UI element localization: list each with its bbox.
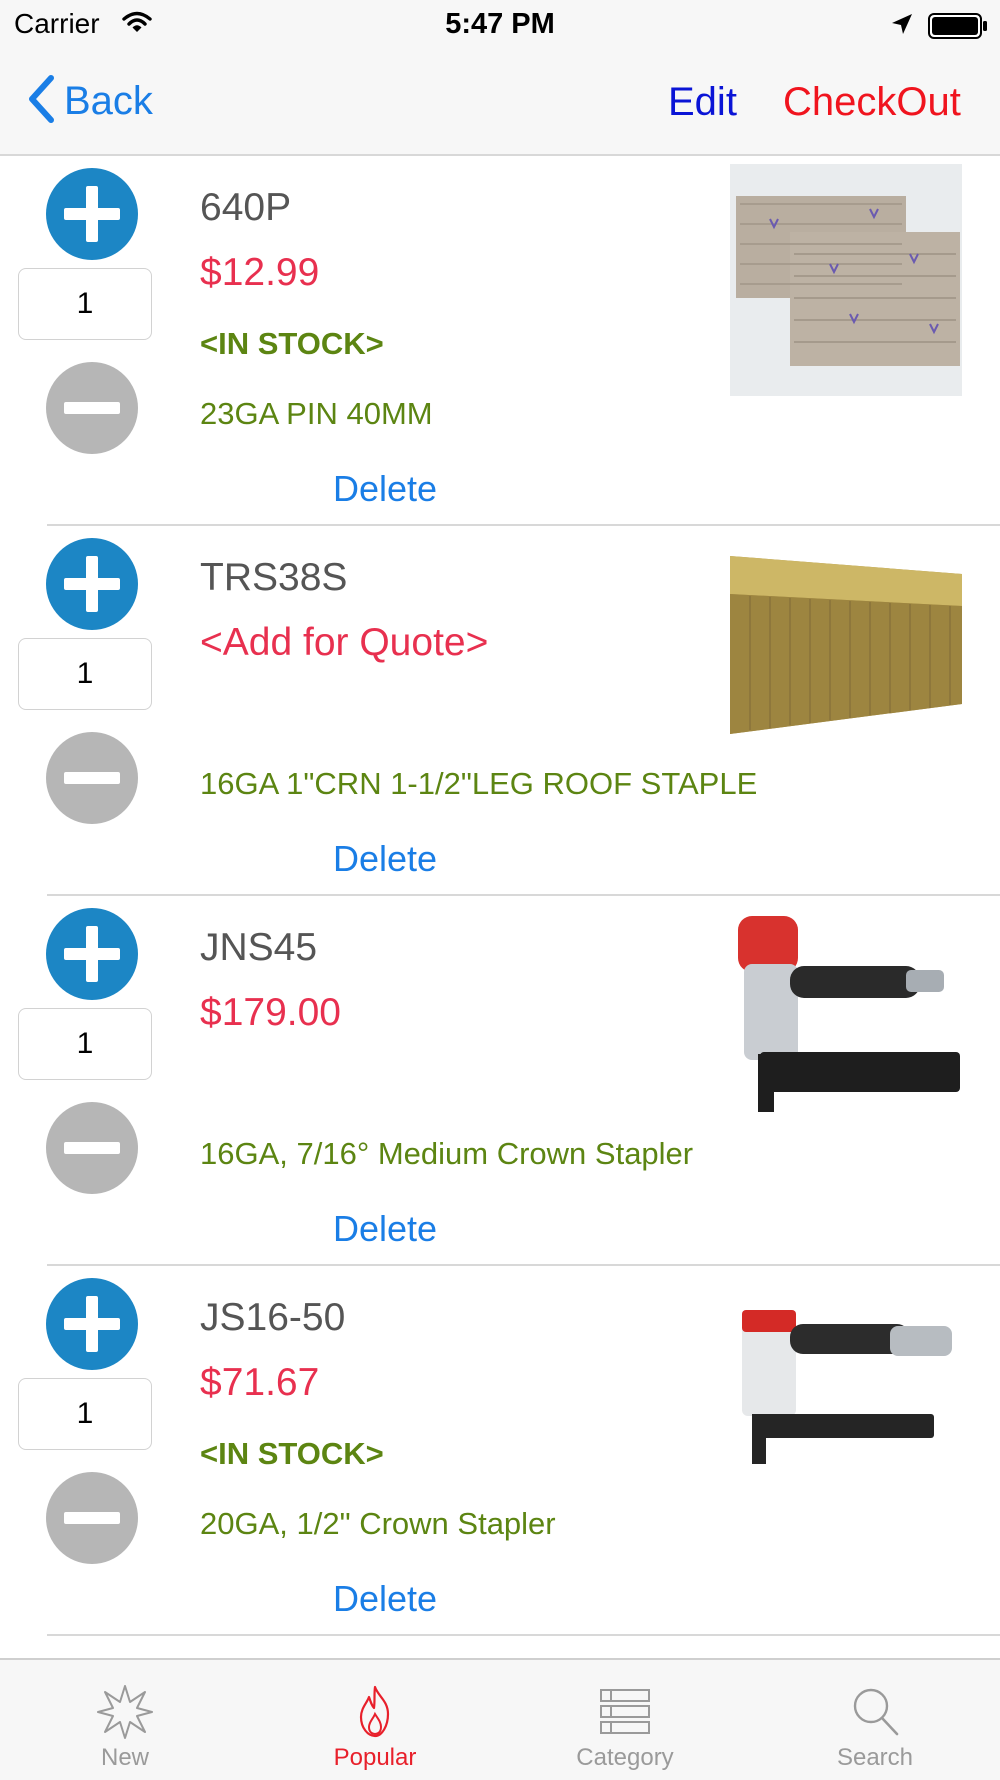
tab-bar: New Popular Category Search: [0, 1658, 1000, 1780]
search-icon: [847, 1684, 903, 1745]
tab-label: Popular: [333, 1744, 417, 1771]
quantity-field[interactable]: 1: [18, 638, 152, 710]
product-description: 16GA, 7/16° Medium Crown Stapler: [200, 1136, 694, 1171]
location-arrow-icon: [890, 12, 914, 41]
back-button[interactable]: Back: [28, 74, 153, 128]
tab-new[interactable]: New: [0, 1660, 250, 1780]
product-name: 640P: [200, 186, 292, 229]
back-label: Back: [64, 78, 153, 123]
product-price: $71.67: [200, 1361, 320, 1404]
product-image: [730, 534, 962, 754]
decrease-quantity-button[interactable]: [46, 732, 138, 824]
stock-status: <IN STOCK>: [200, 1436, 384, 1471]
tab-search[interactable]: Search: [750, 1660, 1000, 1780]
starburst-icon: [97, 1684, 153, 1745]
delete-button[interactable]: Delete: [333, 1208, 437, 1250]
product-price: <Add for Quote>: [200, 621, 489, 664]
cart-list: 1 640P $12.99 <IN STOCK> 23GA PIN 40MM D…: [0, 156, 1000, 1658]
tab-label: Category: [576, 1744, 674, 1771]
navigation-bar: Back Edit CheckOut: [0, 50, 1000, 156]
product-description: 20GA, 1/2" Crown Stapler: [200, 1506, 556, 1541]
product-image: [730, 904, 962, 1128]
product-name: JNS45: [200, 926, 318, 969]
product-price: $12.99: [200, 251, 320, 294]
product-description: 16GA 1"CRN 1-1/2"LEG ROOF STAPLE: [200, 766, 758, 801]
product-image: [730, 164, 962, 396]
tab-label: Search: [836, 1744, 914, 1771]
cart-item: 1 640P $12.99 <IN STOCK> 23GA PIN 40MM D…: [0, 156, 1000, 526]
product-name: JS16-50: [200, 1296, 346, 1339]
cart-item: 1 JS16-50 $71.67 <IN STOCK> 20GA, 1/2" C…: [0, 1266, 1000, 1636]
row-divider: [47, 1634, 1000, 1636]
cart-item: 1 JNS45 $179.00 16GA, 7/16° Medium Crown…: [0, 896, 1000, 1266]
delete-button[interactable]: Delete: [333, 468, 437, 510]
increase-quantity-button[interactable]: [46, 168, 138, 260]
chevron-left-icon: [28, 74, 54, 128]
increase-quantity-button[interactable]: [46, 538, 138, 630]
flame-icon: [347, 1684, 403, 1745]
battery-icon: [928, 13, 988, 44]
decrease-quantity-button[interactable]: [46, 1102, 138, 1194]
tab-label: New: [100, 1744, 149, 1771]
list-icon: [597, 1684, 653, 1745]
stock-status: <IN STOCK>: [200, 326, 384, 361]
tab-category[interactable]: Category: [500, 1660, 750, 1780]
quantity-field[interactable]: 1: [18, 1378, 152, 1450]
status-bar: Carrier 5:47 PM: [0, 0, 1000, 50]
quantity-field[interactable]: 1: [18, 268, 152, 340]
decrease-quantity-button[interactable]: [46, 1472, 138, 1564]
decrease-quantity-button[interactable]: [46, 362, 138, 454]
product-price: $179.00: [200, 991, 341, 1034]
checkout-button[interactable]: CheckOut: [783, 80, 961, 125]
tab-popular[interactable]: Popular: [250, 1660, 500, 1780]
increase-quantity-button[interactable]: [46, 1278, 138, 1370]
delete-button[interactable]: Delete: [333, 838, 437, 880]
edit-button[interactable]: Edit: [668, 80, 737, 125]
delete-button[interactable]: Delete: [333, 1578, 437, 1620]
quantity-field[interactable]: 1: [18, 1008, 152, 1080]
increase-quantity-button[interactable]: [46, 908, 138, 1000]
product-image: [730, 1280, 962, 1500]
product-description: 23GA PIN 40MM: [200, 396, 433, 431]
clock: 5:47 PM: [445, 8, 555, 40]
cart-item: 1 TRS38S <Add for Quote> 16GA 1"CRN 1-1/…: [0, 526, 1000, 896]
product-name: TRS38S: [200, 556, 348, 599]
